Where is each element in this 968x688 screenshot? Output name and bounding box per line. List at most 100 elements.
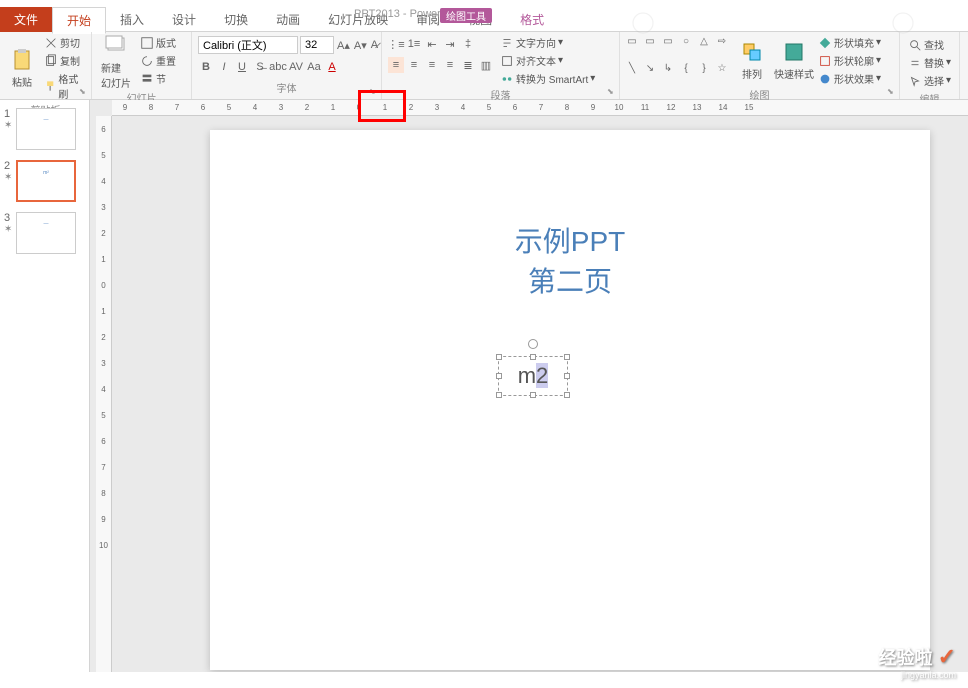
section-button[interactable]: 节 bbox=[138, 70, 178, 87]
shape-brace-icon[interactable]: { bbox=[678, 62, 694, 76]
shape-effects-button[interactable]: 形状效果 ▾ bbox=[816, 70, 883, 87]
thumb-anim-icon: ✶ bbox=[4, 172, 16, 183]
change-case-icon[interactable]: Aa bbox=[306, 59, 322, 75]
title-line1: 示例PPT bbox=[515, 226, 625, 257]
thumb-anim-icon: ✶ bbox=[4, 224, 16, 235]
align-left-icon[interactable]: ≡ bbox=[388, 57, 404, 73]
group-paragraph: ⋮≡ 1≡ ⇤ ⇥ ‡ ≡ ≡ ≡ ≡ ≣ ▥ 文字方向 ▾ 对齐文本 ▾ bbox=[382, 32, 620, 99]
textbox-content[interactable]: m2 bbox=[518, 363, 549, 389]
shape-brace2-icon[interactable]: } bbox=[696, 62, 712, 76]
replace-button[interactable]: 替换 ▾ bbox=[906, 54, 953, 71]
shadow-icon[interactable]: abc bbox=[270, 59, 286, 75]
tab-animations[interactable]: 动画 bbox=[262, 7, 314, 32]
resize-handle[interactable] bbox=[496, 392, 502, 398]
bold-icon[interactable]: B bbox=[198, 59, 214, 75]
quick-styles-button[interactable]: 快速样式 bbox=[774, 34, 814, 87]
shape-outline-button[interactable]: 形状轮廓 ▾ bbox=[816, 52, 883, 69]
paragraph-launcher[interactable]: ⬊ bbox=[607, 87, 617, 97]
shape-oval-icon[interactable]: ○ bbox=[678, 34, 694, 48]
spacing-icon[interactable]: AV bbox=[288, 59, 304, 75]
resize-handle[interactable] bbox=[564, 392, 570, 398]
tab-transitions[interactable]: 切换 bbox=[210, 7, 262, 32]
resize-handle[interactable] bbox=[496, 354, 502, 360]
decrease-font-icon[interactable]: A▾ bbox=[353, 37, 368, 53]
shape-arrow-icon[interactable]: ⇨ bbox=[714, 34, 730, 48]
font-size-combo[interactable] bbox=[300, 36, 334, 54]
group-label-font: 字体 bbox=[196, 80, 377, 97]
drawing-launcher[interactable]: ⬊ bbox=[887, 87, 897, 97]
slide-title[interactable]: 示例PPT 第二页 bbox=[210, 220, 930, 300]
arrange-button[interactable]: 排列 bbox=[732, 34, 772, 87]
tab-format[interactable]: 格式 bbox=[506, 7, 558, 32]
resize-handle[interactable] bbox=[530, 354, 536, 360]
decrease-indent-icon[interactable]: ⇤ bbox=[424, 36, 440, 52]
ruler-vertical[interactable]: 654321012345678910 bbox=[96, 116, 112, 672]
shape-line-icon[interactable]: ╲ bbox=[624, 62, 640, 76]
slide-thumb-1[interactable]: — bbox=[16, 108, 76, 150]
layout-button[interactable]: 版式 bbox=[138, 34, 178, 51]
new-slide-label: 新建 幻灯片 bbox=[101, 60, 131, 90]
select-button[interactable]: 选择 ▾ bbox=[906, 72, 953, 89]
cut-button[interactable]: 剪切 bbox=[42, 34, 87, 51]
resize-handle[interactable] bbox=[564, 373, 570, 379]
shape-rect2-icon[interactable]: ▭ bbox=[642, 34, 658, 48]
tab-file[interactable]: 文件 bbox=[0, 7, 52, 32]
align-center-icon[interactable]: ≡ bbox=[406, 57, 422, 73]
increase-indent-icon[interactable]: ⇥ bbox=[442, 36, 458, 52]
shape-fill-button[interactable]: 形状填充 ▾ bbox=[816, 34, 883, 51]
title-line2: 第二页 bbox=[210, 260, 930, 300]
shape-conn-icon[interactable]: ↳ bbox=[660, 62, 676, 76]
ribbon: 粘贴 剪切 复制 格式刷 剪贴板 ⬊ 新建 幻灯片 版式 重置 节 幻灯片 bbox=[0, 32, 968, 100]
watermark: 经验啦 ✓ jingyanla.com bbox=[879, 644, 956, 680]
shape-tri-icon[interactable]: △ bbox=[696, 34, 712, 48]
reset-button[interactable]: 重置 bbox=[138, 52, 178, 69]
clear-format-icon[interactable]: A̷ bbox=[370, 37, 379, 53]
align-text-button[interactable]: 对齐文本 ▾ bbox=[498, 52, 597, 69]
increase-font-icon[interactable]: A▴ bbox=[336, 37, 351, 53]
group-clipboard: 粘贴 剪切 复制 格式刷 剪贴板 ⬊ bbox=[0, 32, 92, 99]
contextual-tab-label: 绘图工具 bbox=[440, 8, 492, 23]
resize-handle[interactable] bbox=[530, 392, 536, 398]
group-drawing: ▭ ▭ ▭ ○ △ ⇨ ╲ ↘ ↳ { } ☆ 排列 快速样式 bbox=[620, 32, 900, 99]
slide-thumb-2[interactable]: m² bbox=[16, 160, 76, 202]
slide-canvas[interactable]: 示例PPT 第二页 m2 bbox=[210, 130, 930, 670]
clipboard-launcher[interactable]: ⬊ bbox=[79, 87, 89, 97]
rotate-handle[interactable] bbox=[528, 339, 538, 349]
justify-icon[interactable]: ≡ bbox=[442, 57, 458, 73]
find-button[interactable]: 查找 bbox=[906, 36, 953, 53]
smartart-button[interactable]: 转换为 SmartArt ▾ bbox=[498, 70, 597, 87]
format-painter-button[interactable]: 格式刷 bbox=[42, 70, 87, 102]
thumb-num-2: 2 bbox=[4, 160, 16, 172]
font-name-combo[interactable] bbox=[198, 36, 298, 54]
bullets-icon[interactable]: ⋮≡ bbox=[388, 36, 404, 52]
strikethrough-icon[interactable]: S̶ bbox=[252, 59, 268, 75]
shape-rect3-icon[interactable]: ▭ bbox=[660, 34, 676, 48]
paste-label: 粘贴 bbox=[12, 74, 32, 89]
shape-rect-icon[interactable]: ▭ bbox=[624, 34, 640, 48]
shape-arrow2-icon[interactable]: ↘ bbox=[642, 62, 658, 76]
slide-thumb-3[interactable]: — bbox=[16, 212, 76, 254]
italic-icon[interactable]: I bbox=[216, 59, 232, 75]
textbox-m2[interactable]: m2 bbox=[498, 356, 568, 396]
font-color-icon[interactable]: A bbox=[324, 59, 340, 75]
line-spacing-icon[interactable]: ‡ bbox=[460, 36, 476, 52]
resize-handle[interactable] bbox=[564, 354, 570, 360]
shape-star-icon[interactable]: ☆ bbox=[714, 62, 730, 76]
new-slide-button[interactable]: 新建 幻灯片 bbox=[96, 34, 136, 90]
copy-button[interactable]: 复制 bbox=[42, 52, 87, 69]
tab-home[interactable]: 开始 bbox=[52, 7, 106, 34]
resize-handle[interactable] bbox=[496, 373, 502, 379]
tab-design[interactable]: 设计 bbox=[158, 7, 210, 32]
thumb-anim-icon: ✶ bbox=[4, 120, 16, 131]
slide-panel: 1✶ — 2✶ m² 3✶ — bbox=[0, 100, 90, 672]
columns-icon[interactable]: ▥ bbox=[478, 57, 494, 73]
tab-insert[interactable]: 插入 bbox=[106, 7, 158, 32]
numbering-icon[interactable]: 1≡ bbox=[406, 36, 422, 52]
paste-button[interactable]: 粘贴 bbox=[4, 34, 40, 102]
text-direction-button[interactable]: 文字方向 ▾ bbox=[498, 34, 597, 51]
distribute-icon[interactable]: ≣ bbox=[460, 57, 476, 73]
shapes-gallery[interactable]: ▭ ▭ ▭ ○ △ ⇨ ╲ ↘ ↳ { } ☆ bbox=[624, 34, 730, 87]
ruler-horizontal[interactable]: 9876543210123456789101112131415 bbox=[112, 100, 968, 116]
align-right-icon[interactable]: ≡ bbox=[424, 57, 440, 73]
underline-icon[interactable]: U bbox=[234, 59, 250, 75]
